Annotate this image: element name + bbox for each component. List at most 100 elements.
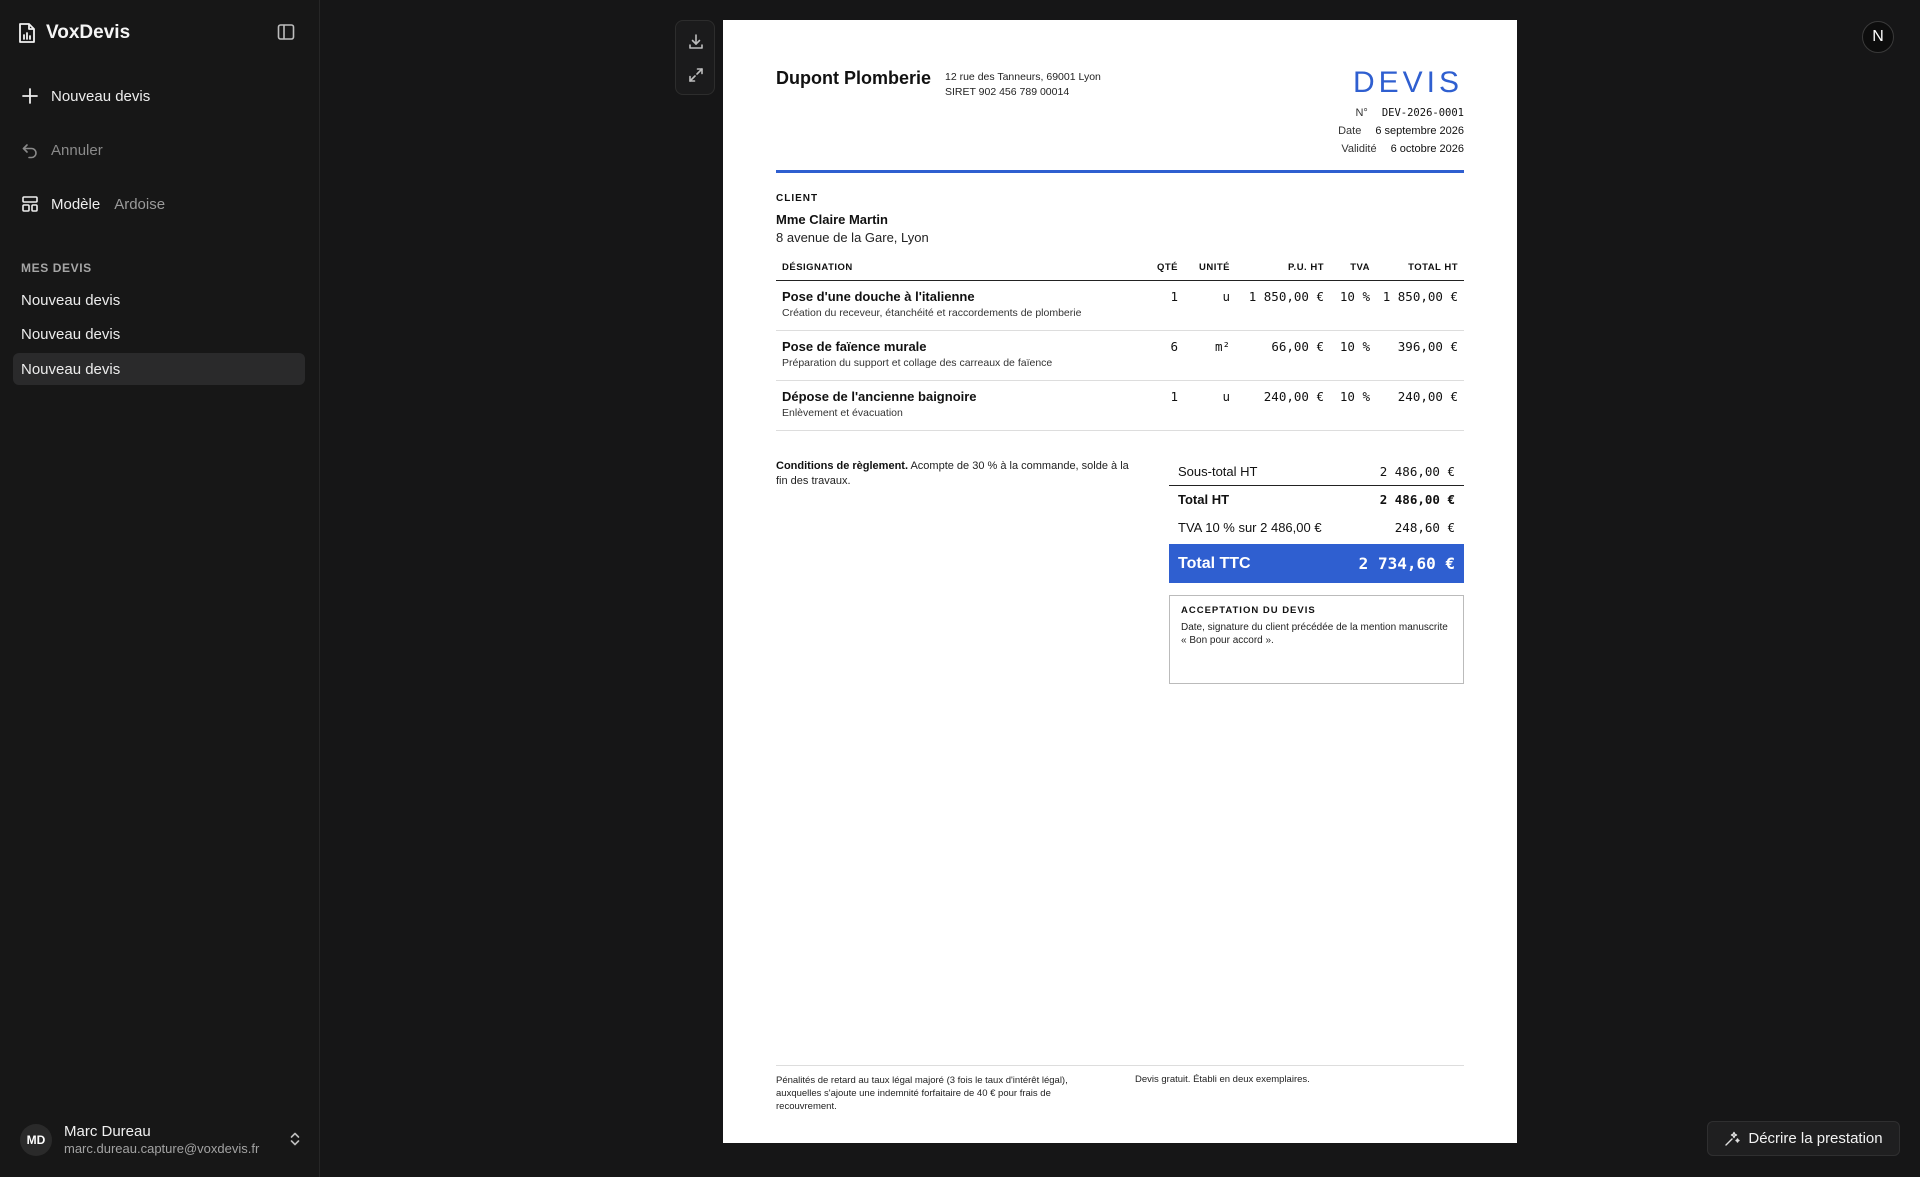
total-ttc-label: Total TTC bbox=[1178, 554, 1251, 572]
column-header: UNITÉ bbox=[1184, 262, 1236, 281]
line-unit-price: 240,00 € bbox=[1236, 380, 1330, 431]
line-unit: u bbox=[1184, 380, 1236, 431]
quote-list-item[interactable]: Nouveau devis bbox=[13, 284, 305, 316]
line-description: Création du receveur, étanchéité et racc… bbox=[782, 307, 1082, 319]
acceptance-text: Date, signature du client précédée de la… bbox=[1181, 622, 1448, 646]
meta-date-label: Date bbox=[1338, 125, 1362, 137]
expand-icon[interactable] bbox=[687, 66, 705, 84]
line-title: Pose d'une douche à l'italienne bbox=[782, 289, 975, 304]
header-divider bbox=[776, 170, 1464, 173]
new-quote-label: Nouveau devis bbox=[51, 87, 151, 105]
workspace-avatar[interactable]: N bbox=[1862, 21, 1894, 53]
column-header: QTÉ bbox=[1146, 262, 1184, 281]
line-qty: 1 bbox=[1146, 280, 1184, 331]
subtotal-label: Sous-total HT bbox=[1178, 463, 1258, 479]
column-header: TOTAL HT bbox=[1376, 262, 1464, 281]
line-vat: 10 % bbox=[1330, 380, 1376, 431]
column-header: DÉSIGNATION bbox=[776, 262, 1146, 281]
footer-note: Devis gratuit. Établi en deux exemplaire… bbox=[1135, 1074, 1310, 1085]
conditions-label: Conditions de règlement. bbox=[776, 460, 909, 472]
acceptance-box: ACCEPTATION DU DEVIS Date, signature du … bbox=[1169, 595, 1464, 684]
vat-label: TVA 10 % sur 2 486,00 € bbox=[1178, 519, 1322, 535]
company-details: 12 rue des Tanneurs, 69001 Lyon SIRET 90… bbox=[945, 70, 1101, 100]
client-label: CLIENT bbox=[776, 193, 819, 204]
user-menu[interactable]: MD Marc Dureau marc.dureau.capture@voxde… bbox=[20, 1122, 302, 1158]
user-email: marc.dureau.capture@voxdevis.fr bbox=[64, 1141, 260, 1157]
line-description: Préparation du support et collage des ca… bbox=[782, 357, 1053, 369]
company-name: Dupont Plomberie bbox=[776, 68, 932, 88]
acceptance-title: ACCEPTATION DU DEVIS bbox=[1181, 605, 1316, 616]
total-ht-row: Total HT 2 486,00 € bbox=[1169, 485, 1464, 513]
new-quote-button[interactable]: Nouveau devis bbox=[21, 84, 150, 108]
document-audio-icon bbox=[18, 22, 36, 44]
describe-service-button[interactable]: Décrire la prestation bbox=[1707, 1121, 1900, 1156]
line-description: Enlèvement et évacuation bbox=[782, 407, 903, 419]
totals-block: Sous-total HT 2 486,00 € Total HT 2 486,00… bbox=[1169, 457, 1464, 583]
line-items-table: DÉSIGNATION QTÉ UNITÉ P.U. HT TVA TOTAL … bbox=[776, 262, 1464, 431]
subtotal-value: 2 486,00 € bbox=[1379, 463, 1455, 479]
app-logo[interactable]: VoxDevis bbox=[18, 20, 130, 46]
line-total: 1 850,00 € bbox=[1376, 280, 1464, 331]
download-icon[interactable] bbox=[687, 33, 705, 51]
chevron-up-down-icon bbox=[288, 1130, 302, 1148]
total-ttc-value: 2 734,60 € bbox=[1358, 554, 1455, 573]
line-title: Dépose de l'ancienne baignoire bbox=[782, 389, 977, 404]
sidebar-toggle-icon[interactable] bbox=[276, 22, 296, 42]
line-vat: 10 % bbox=[1330, 280, 1376, 331]
user-name: Marc Dureau bbox=[64, 1122, 151, 1140]
avatar: MD bbox=[20, 1124, 52, 1156]
vat-row: TVA 10 % sur 2 486,00 € 248,60 € bbox=[1169, 513, 1464, 541]
template-value: Ardoise bbox=[114, 195, 166, 213]
undo-button[interactable]: Annuler bbox=[21, 138, 103, 162]
document-type: DEVIS bbox=[1352, 66, 1463, 99]
line-unit-price: 66,00 € bbox=[1236, 330, 1330, 381]
undo-label: Annuler bbox=[51, 141, 103, 159]
meta-validity-label: Validité bbox=[1341, 143, 1377, 155]
quote-document: Dupont Plomberie 12 rue des Tanneurs, 69… bbox=[723, 20, 1517, 1143]
payment-conditions: Conditions de règlement. Acompte de 30 %… bbox=[776, 459, 1136, 489]
meta-number: DEV-2026-0001 bbox=[1381, 107, 1464, 119]
footer-penalties: Pénalités de retard au taux légal majoré… bbox=[776, 1075, 1068, 1112]
meta-date: 6 septembre 2026 bbox=[1375, 125, 1464, 137]
client-name: Mme Claire Martin bbox=[776, 212, 888, 227]
subtotal-row: Sous-total HT 2 486,00 € bbox=[1169, 457, 1464, 485]
undo-icon bbox=[21, 141, 39, 159]
sidebar: VoxDevis Nouveau devis Annuler Modèle Ar… bbox=[0, 0, 320, 1177]
total-ttc-row: Total TTC 2 734,60 € bbox=[1169, 544, 1464, 583]
table-row[interactable]: Pose d'une douche à l'italienne Création … bbox=[776, 280, 1464, 331]
layout-template-icon bbox=[21, 195, 39, 213]
line-unit: m² bbox=[1184, 330, 1236, 381]
template-selector[interactable]: Modèle Ardoise bbox=[21, 192, 165, 216]
plus-icon bbox=[21, 87, 39, 105]
meta-number-label: N° bbox=[1355, 107, 1368, 119]
quote-list-item-active[interactable]: Nouveau devis bbox=[13, 353, 305, 385]
line-qty: 6 bbox=[1146, 330, 1184, 381]
line-qty: 1 bbox=[1146, 380, 1184, 431]
app-name: VoxDevis bbox=[46, 22, 131, 43]
document-meta: N° DEV-2026-0001 Date 6 septembre 2026 Val… bbox=[1338, 104, 1464, 158]
line-unit-price: 1 850,00 € bbox=[1236, 280, 1330, 331]
sparkles-icon bbox=[1724, 1131, 1741, 1147]
line-vat: 10 % bbox=[1330, 330, 1376, 381]
column-header: P.U. HT bbox=[1236, 262, 1330, 281]
table-row[interactable]: Pose de faïence murale Préparation du sup… bbox=[776, 330, 1464, 381]
document-toolbar bbox=[675, 20, 715, 95]
column-header: TVA bbox=[1330, 262, 1376, 281]
footer-divider bbox=[776, 1065, 1464, 1066]
meta-validity: 6 octobre 2026 bbox=[1390, 143, 1464, 155]
table-row[interactable]: Dépose de l'ancienne baignoire Enlèvement… bbox=[776, 380, 1464, 431]
total-ht-label: Total HT bbox=[1178, 492, 1230, 507]
quote-list-item[interactable]: Nouveau devis bbox=[13, 318, 305, 350]
total-ht-value: 2 486,00 € bbox=[1379, 492, 1455, 507]
company-siret: SIRET 902 456 789 00014 bbox=[945, 86, 1070, 98]
vat-value: 248,60 € bbox=[1394, 519, 1455, 535]
line-total: 240,00 € bbox=[1376, 380, 1464, 431]
client-address: 8 avenue de la Gare, Lyon bbox=[776, 230, 929, 245]
template-label: Modèle bbox=[51, 195, 101, 213]
line-total: 396,00 € bbox=[1376, 330, 1464, 381]
describe-service-label: Décrire la prestation bbox=[1748, 1130, 1883, 1147]
company-address: 12 rue des Tanneurs, 69001 Lyon bbox=[945, 71, 1101, 83]
line-title: Pose de faïence murale bbox=[782, 339, 927, 354]
line-unit: u bbox=[1184, 280, 1236, 331]
section-title: MES DEVIS bbox=[21, 261, 92, 275]
